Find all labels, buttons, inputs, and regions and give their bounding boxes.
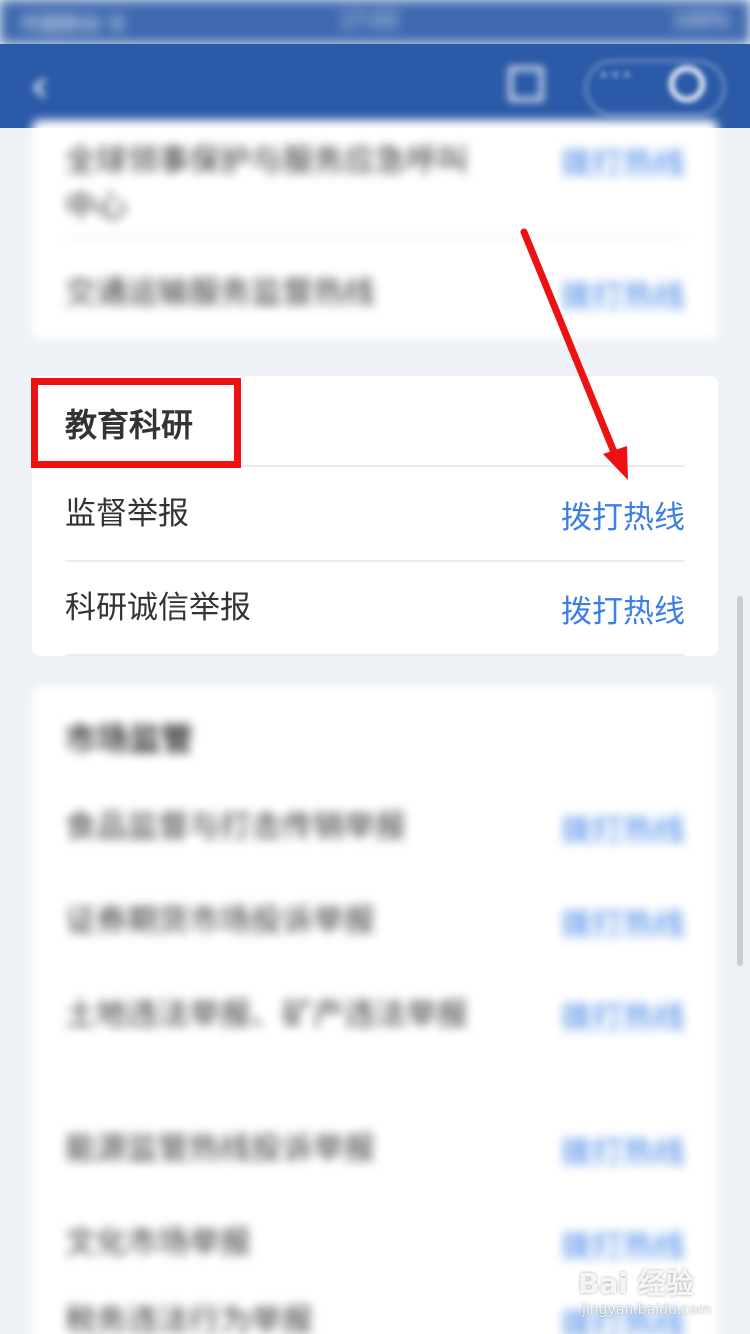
watermark-url: jingyan.baidu.com [582, 1302, 712, 1318]
arrow-head [603, 446, 628, 480]
watermark-logo: Bai 经验 [578, 1267, 694, 1300]
annotation-arrow-icon [520, 228, 628, 480]
arrow-shaft [520, 228, 618, 456]
